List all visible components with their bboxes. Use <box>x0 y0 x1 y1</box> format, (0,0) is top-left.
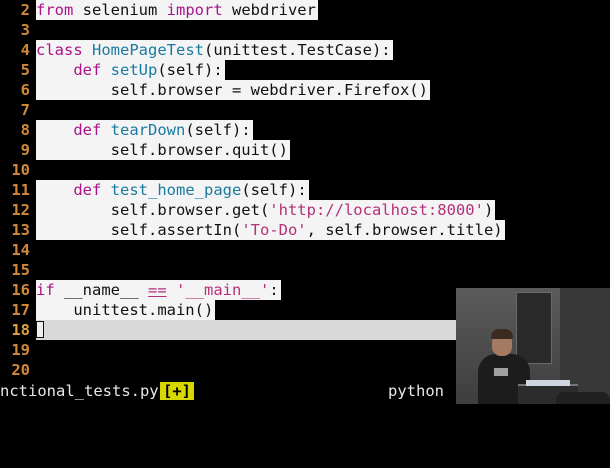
code-line[interactable]: 2 from selenium import webdriver <box>0 0 610 20</box>
line-number: 7 <box>20 101 30 119</box>
syntax-str: 'http://localhost:8000' <box>269 201 484 219</box>
laptop-screen <box>526 380 570 386</box>
code-text[interactable]: def setUp(self): <box>36 60 225 80</box>
code-token: , self.browser.title) <box>306 221 503 239</box>
code-line[interactable]: 3 <box>0 20 610 40</box>
code-token: (unittest.TestCase): <box>204 41 391 59</box>
line-number: 10 <box>11 161 30 179</box>
code-line[interactable]: 7 <box>0 100 610 120</box>
video-door <box>516 292 552 364</box>
code-line[interactable]: 9 self.browser.quit() <box>0 140 610 160</box>
syntax-fn: test_home_page <box>110 181 242 199</box>
speaker-video-inset <box>456 288 610 404</box>
code-line[interactable]: 10 <box>0 160 610 180</box>
code-line[interactable]: 12 self.browser.get('http://localhost:80… <box>0 200 610 220</box>
line-number: 20 <box>11 361 30 379</box>
code-line[interactable]: 14 <box>0 240 610 260</box>
code-token: ) <box>483 201 494 219</box>
line-number: 13 <box>11 221 30 239</box>
line-number: 19 <box>11 341 30 359</box>
code-text[interactable]: self.assertIn('To-Do', self.browser.titl… <box>36 220 505 240</box>
line-number: 14 <box>11 241 30 259</box>
file-name: nctional_tests.py <box>0 382 159 400</box>
code-token: self.browser.get( <box>36 201 270 219</box>
code-token: selenium <box>73 1 167 19</box>
code-token: self.browser = webdriver.Firefox() <box>36 81 428 99</box>
code-text[interactable]: unittest.main() <box>36 300 216 320</box>
syntax-fn: setUp <box>110 61 158 79</box>
syntax-fn: tearDown <box>110 121 186 139</box>
code-line[interactable]: 8 def tearDown(self): <box>0 120 610 140</box>
line-number: 17 <box>11 301 30 319</box>
code-text[interactable]: from selenium import webdriver <box>36 0 318 20</box>
code-token: (self): <box>241 181 307 199</box>
line-number: 4 <box>20 41 30 59</box>
syntax-ops: == <box>148 281 167 299</box>
line-number: 5 <box>20 61 30 79</box>
speaker-hair <box>491 329 513 339</box>
syntax-kw: class <box>36 41 83 59</box>
line-number: 8 <box>20 121 30 139</box>
line-number: 2 <box>20 1 30 19</box>
file-type: python <box>388 382 444 400</box>
line-number: 18 <box>11 321 30 339</box>
code-text[interactable]: self.browser = webdriver.Firefox() <box>36 80 430 100</box>
code-text[interactable]: if __name__ == '__main__': <box>36 280 281 300</box>
syntax-fn: HomePageTest <box>92 41 204 59</box>
syntax-kw: from <box>36 1 74 19</box>
syntax-kw: def <box>73 181 102 199</box>
syntax-str: 'To-Do' <box>241 221 307 239</box>
line-number: 15 <box>11 261 30 279</box>
code-text[interactable]: self.browser.quit() <box>36 140 290 160</box>
audience-heads <box>556 392 610 404</box>
code-line[interactable]: 11 def test_home_page(self): <box>0 180 610 200</box>
syntax-kw: def <box>73 121 102 139</box>
text-cursor <box>36 321 44 338</box>
syntax-kw: if <box>36 281 55 299</box>
code-token: self.assertIn( <box>36 221 242 239</box>
line-number: 12 <box>11 201 30 219</box>
code-token: webdriver <box>222 1 316 19</box>
code-line[interactable]: 13 self.assertIn('To-Do', self.browser.t… <box>0 220 610 240</box>
code-line[interactable]: 15 <box>0 260 610 280</box>
code-token: unittest.main() <box>36 301 214 319</box>
code-token: : <box>269 281 279 299</box>
line-number: 9 <box>20 141 30 159</box>
code-text[interactable]: class HomePageTest(unittest.TestCase): <box>36 40 393 60</box>
code-line[interactable]: 5 def setUp(self): <box>0 60 610 80</box>
syntax-str: '__main__' <box>176 281 270 299</box>
code-token: (self): <box>185 121 251 139</box>
code-token: self.browser.quit() <box>36 141 288 159</box>
modified-flag: [+] <box>160 382 194 400</box>
tshirt-logo <box>494 368 508 376</box>
code-line[interactable]: 4 class HomePageTest(unittest.TestCase): <box>0 40 610 60</box>
line-number: 3 <box>20 21 30 39</box>
code-token: __name__ <box>54 281 148 299</box>
code-text[interactable]: def test_home_page(self): <box>36 180 309 200</box>
code-text[interactable]: self.browser.get('http://localhost:8000'… <box>36 200 496 220</box>
syntax-kw: def <box>73 61 102 79</box>
line-number: 16 <box>11 281 30 299</box>
syntax-kw: import <box>166 1 223 19</box>
line-number: 6 <box>20 81 30 99</box>
code-text[interactable]: def tearDown(self): <box>36 120 253 140</box>
code-line[interactable]: 6 self.browser = webdriver.Firefox() <box>0 80 610 100</box>
code-token: (self): <box>157 61 223 79</box>
line-number: 11 <box>11 181 30 199</box>
